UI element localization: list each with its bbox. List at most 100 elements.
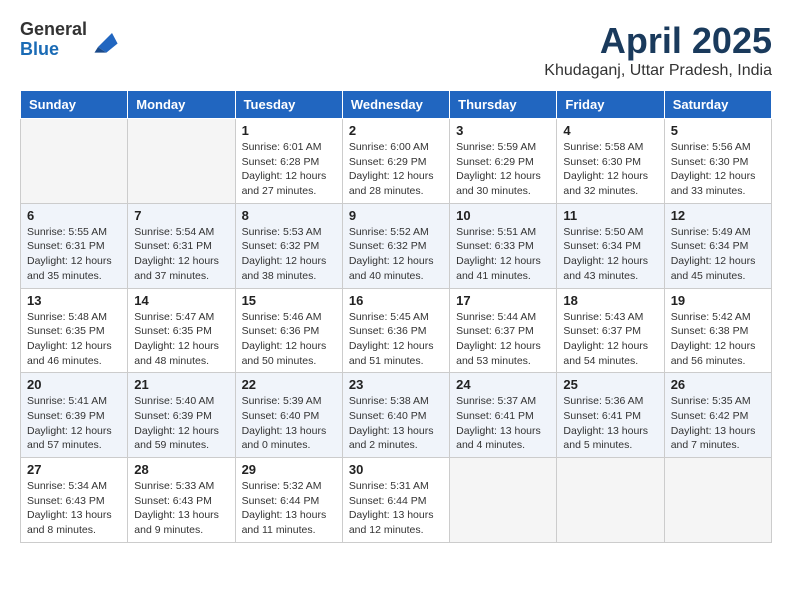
day-of-week-header: Saturday <box>664 91 771 119</box>
calendar-day-cell: 9Sunrise: 5:52 AM Sunset: 6:32 PM Daylig… <box>342 203 449 288</box>
calendar-day-cell: 4 Sunrise: 5:58 AM Sunset: 6:30 PM Daylig… <box>557 119 664 204</box>
logo-blue: Blue <box>20 40 87 60</box>
location-title: Khudaganj, Uttar Pradesh, India <box>544 62 772 80</box>
day-info: Sunrise: 6:00 AM Sunset: 6:29 PM Dayligh… <box>349 140 443 199</box>
day-info: Sunrise: 5:48 AM Sunset: 6:35 PM Dayligh… <box>27 310 121 369</box>
calendar-day-cell: 29Sunrise: 5:32 AM Sunset: 6:44 PM Dayli… <box>235 458 342 543</box>
day-number: 29 <box>242 462 336 477</box>
day-info: Sunrise: 5:35 AM Sunset: 6:42 PM Dayligh… <box>671 394 765 453</box>
calendar-day-cell: 14 Sunrise: 5:47 AM Sunset: 6:35 PM Dayli… <box>128 288 235 373</box>
day-number: 7 <box>134 208 228 223</box>
calendar-day-cell: 5Sunrise: 5:56 AM Sunset: 6:30 PM Daylig… <box>664 119 771 204</box>
day-info: Sunrise: 5:50 AM Sunset: 6:34 PM Dayligh… <box>563 225 657 284</box>
logo-general: General <box>20 20 87 40</box>
calendar-table: SundayMondayTuesdayWednesdayThursdayFrid… <box>20 90 772 543</box>
day-info: Sunrise: 5:37 AM Sunset: 6:41 PM Dayligh… <box>456 394 550 453</box>
logo-icon <box>91 26 119 54</box>
day-number: 8 <box>242 208 336 223</box>
day-info: Sunrise: 5:46 AM Sunset: 6:36 PM Dayligh… <box>242 310 336 369</box>
day-info: Sunrise: 5:59 AM Sunset: 6:29 PM Dayligh… <box>456 140 550 199</box>
calendar-day-cell: 23 Sunrise: 5:38 AM Sunset: 6:40 PM Dayli… <box>342 373 449 458</box>
calendar-day-cell: 17 Sunrise: 5:44 AM Sunset: 6:37 PM Dayli… <box>450 288 557 373</box>
day-number: 24 <box>456 377 550 392</box>
day-of-week-header: Friday <box>557 91 664 119</box>
calendar-day-cell <box>557 458 664 543</box>
day-of-week-header: Monday <box>128 91 235 119</box>
calendar-day-cell: 13 Sunrise: 5:48 AM Sunset: 6:35 PM Dayli… <box>21 288 128 373</box>
calendar-day-cell: 2 Sunrise: 6:00 AM Sunset: 6:29 PM Daylig… <box>342 119 449 204</box>
calendar-day-cell: 18 Sunrise: 5:43 AM Sunset: 6:37 PM Dayli… <box>557 288 664 373</box>
day-number: 3 <box>456 123 550 138</box>
day-info: Sunrise: 5:45 AM Sunset: 6:36 PM Dayligh… <box>349 310 443 369</box>
calendar-week-row: 6 Sunrise: 5:55 AM Sunset: 6:31 PM Daylig… <box>21 203 772 288</box>
calendar-header-row: SundayMondayTuesdayWednesdayThursdayFrid… <box>21 91 772 119</box>
day-info: Sunrise: 5:47 AM Sunset: 6:35 PM Dayligh… <box>134 310 228 369</box>
calendar-day-cell: 21 Sunrise: 5:40 AM Sunset: 6:39 PM Dayli… <box>128 373 235 458</box>
day-info: Sunrise: 5:44 AM Sunset: 6:37 PM Dayligh… <box>456 310 550 369</box>
day-info: Sunrise: 5:54 AM Sunset: 6:31 PM Dayligh… <box>134 225 228 284</box>
calendar-day-cell <box>450 458 557 543</box>
page-header: General Blue April 2025 Khudaganj, Uttar… <box>20 20 772 80</box>
day-number: 17 <box>456 293 550 308</box>
day-number: 11 <box>563 208 657 223</box>
day-number: 14 <box>134 293 228 308</box>
day-of-week-header: Sunday <box>21 91 128 119</box>
day-number: 4 <box>563 123 657 138</box>
calendar-day-cell <box>21 119 128 204</box>
day-number: 15 <box>242 293 336 308</box>
day-number: 13 <box>27 293 121 308</box>
day-info: Sunrise: 5:31 AM Sunset: 6:44 PM Dayligh… <box>349 479 443 538</box>
day-info: Sunrise: 5:53 AM Sunset: 6:32 PM Dayligh… <box>242 225 336 284</box>
day-number: 21 <box>134 377 228 392</box>
day-number: 22 <box>242 377 336 392</box>
day-info: Sunrise: 5:42 AM Sunset: 6:38 PM Dayligh… <box>671 310 765 369</box>
day-info: Sunrise: 6:01 AM Sunset: 6:28 PM Dayligh… <box>242 140 336 199</box>
month-title: April 2025 <box>544 20 772 62</box>
day-of-week-header: Tuesday <box>235 91 342 119</box>
calendar-day-cell: 25 Sunrise: 5:36 AM Sunset: 6:41 PM Dayli… <box>557 373 664 458</box>
calendar-day-cell <box>664 458 771 543</box>
day-number: 27 <box>27 462 121 477</box>
calendar-day-cell: 7 Sunrise: 5:54 AM Sunset: 6:31 PM Daylig… <box>128 203 235 288</box>
calendar-day-cell: 26 Sunrise: 5:35 AM Sunset: 6:42 PM Dayli… <box>664 373 771 458</box>
calendar-day-cell: 28Sunrise: 5:33 AM Sunset: 6:43 PM Dayli… <box>128 458 235 543</box>
day-info: Sunrise: 5:49 AM Sunset: 6:34 PM Dayligh… <box>671 225 765 284</box>
calendar-day-cell: 11 Sunrise: 5:50 AM Sunset: 6:34 PM Dayli… <box>557 203 664 288</box>
day-info: Sunrise: 5:56 AM Sunset: 6:30 PM Dayligh… <box>671 140 765 199</box>
day-number: 23 <box>349 377 443 392</box>
calendar-day-cell: 24 Sunrise: 5:37 AM Sunset: 6:41 PM Dayli… <box>450 373 557 458</box>
calendar-day-cell: 20 Sunrise: 5:41 AM Sunset: 6:39 PM Dayli… <box>21 373 128 458</box>
day-number: 25 <box>563 377 657 392</box>
calendar-day-cell: 10Sunrise: 5:51 AM Sunset: 6:33 PM Dayli… <box>450 203 557 288</box>
day-number: 18 <box>563 293 657 308</box>
day-info: Sunrise: 5:58 AM Sunset: 6:30 PM Dayligh… <box>563 140 657 199</box>
calendar-day-cell <box>128 119 235 204</box>
logo: General Blue <box>20 20 119 60</box>
day-of-week-header: Thursday <box>450 91 557 119</box>
calendar-day-cell: 1Sunrise: 6:01 AM Sunset: 6:28 PM Daylig… <box>235 119 342 204</box>
calendar-day-cell: 16Sunrise: 5:45 AM Sunset: 6:36 PM Dayli… <box>342 288 449 373</box>
day-info: Sunrise: 5:55 AM Sunset: 6:31 PM Dayligh… <box>27 225 121 284</box>
calendar-day-cell: 12Sunrise: 5:49 AM Sunset: 6:34 PM Dayli… <box>664 203 771 288</box>
day-info: Sunrise: 5:41 AM Sunset: 6:39 PM Dayligh… <box>27 394 121 453</box>
day-number: 28 <box>134 462 228 477</box>
day-number: 30 <box>349 462 443 477</box>
day-number: 6 <box>27 208 121 223</box>
day-info: Sunrise: 5:36 AM Sunset: 6:41 PM Dayligh… <box>563 394 657 453</box>
day-info: Sunrise: 5:38 AM Sunset: 6:40 PM Dayligh… <box>349 394 443 453</box>
calendar-week-row: 27 Sunrise: 5:34 AM Sunset: 6:43 PM Dayli… <box>21 458 772 543</box>
day-number: 10 <box>456 208 550 223</box>
day-info: Sunrise: 5:40 AM Sunset: 6:39 PM Dayligh… <box>134 394 228 453</box>
day-info: Sunrise: 5:39 AM Sunset: 6:40 PM Dayligh… <box>242 394 336 453</box>
day-number: 9 <box>349 208 443 223</box>
calendar-week-row: 20 Sunrise: 5:41 AM Sunset: 6:39 PM Dayli… <box>21 373 772 458</box>
day-number: 2 <box>349 123 443 138</box>
calendar-day-cell: 22 Sunrise: 5:39 AM Sunset: 6:40 PM Dayli… <box>235 373 342 458</box>
day-info: Sunrise: 5:43 AM Sunset: 6:37 PM Dayligh… <box>563 310 657 369</box>
day-number: 26 <box>671 377 765 392</box>
day-info: Sunrise: 5:34 AM Sunset: 6:43 PM Dayligh… <box>27 479 121 538</box>
day-number: 20 <box>27 377 121 392</box>
calendar-day-cell: 27 Sunrise: 5:34 AM Sunset: 6:43 PM Dayli… <box>21 458 128 543</box>
calendar-week-row: 1Sunrise: 6:01 AM Sunset: 6:28 PM Daylig… <box>21 119 772 204</box>
calendar-day-cell: 15 Sunrise: 5:46 AM Sunset: 6:36 PM Dayli… <box>235 288 342 373</box>
